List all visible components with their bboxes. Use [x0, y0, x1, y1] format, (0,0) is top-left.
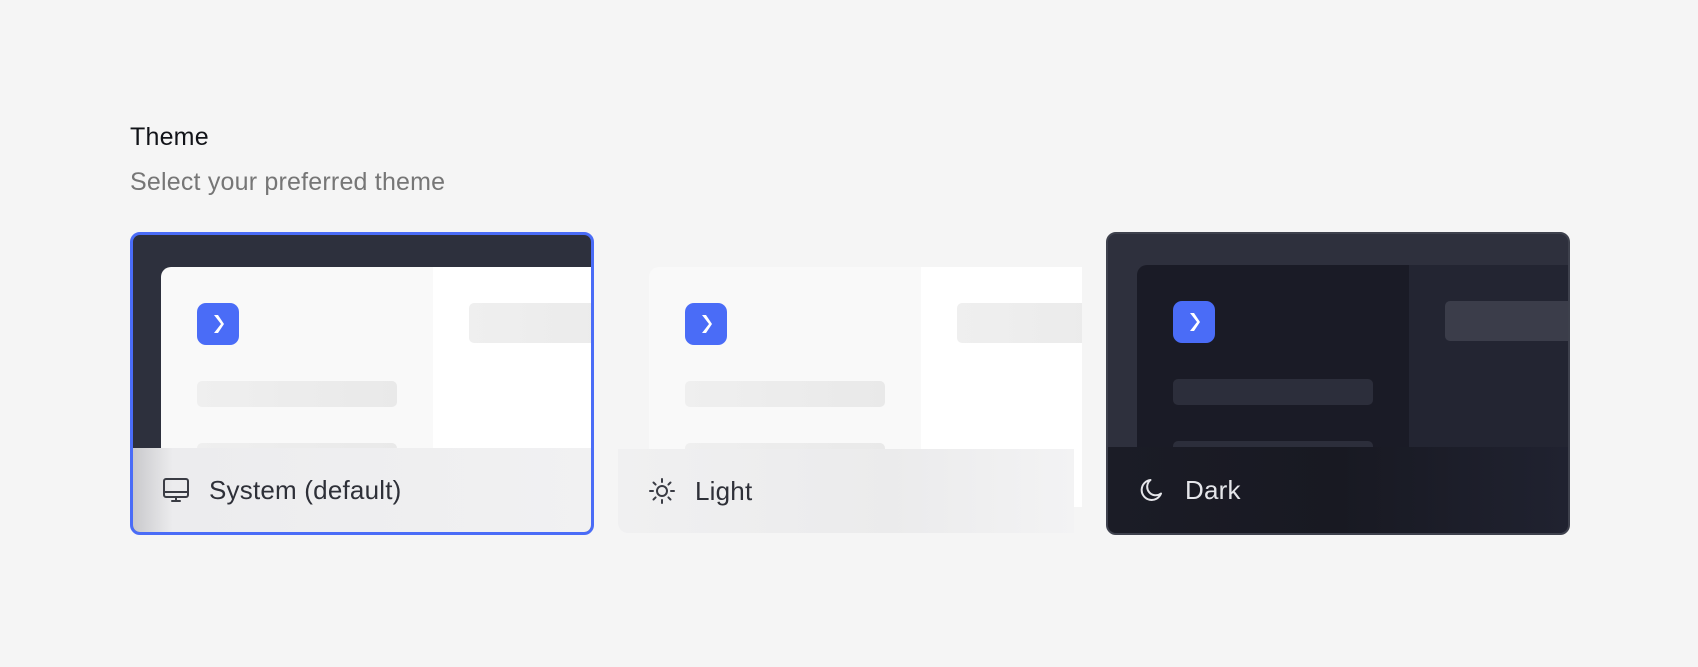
preview-placeholder-bar	[1445, 301, 1568, 341]
preview-placeholder-bar	[469, 303, 591, 343]
theme-option-label: Light	[695, 475, 753, 506]
theme-option-label: System (default)	[209, 474, 402, 505]
theme-option-footer: System (default)	[133, 448, 591, 532]
theme-option-footer: Light	[618, 449, 1074, 533]
preview-placeholder-bar	[197, 381, 397, 407]
theme-options: System (default) Light Dark	[130, 232, 1570, 535]
app-logo-icon	[1173, 301, 1215, 343]
theme-section-header: Theme Select your preferred theme	[130, 122, 445, 197]
preview-placeholder-bar	[957, 303, 1082, 343]
preview-placeholder-bar	[1173, 379, 1373, 405]
theme-option-system[interactable]: System (default)	[130, 232, 594, 535]
theme-option-dark[interactable]: Dark	[1106, 232, 1570, 535]
app-logo-icon	[197, 303, 239, 345]
theme-option-light[interactable]: Light	[618, 232, 1082, 533]
theme-title: Theme	[130, 123, 209, 151]
theme-option-footer: Dark	[1108, 447, 1568, 533]
app-logo-icon	[685, 303, 727, 345]
theme-subtitle: Select your preferred theme	[130, 168, 446, 196]
monitor-icon	[161, 475, 191, 505]
sun-icon	[647, 476, 677, 506]
moon-icon	[1137, 475, 1167, 505]
theme-option-label: Dark	[1185, 474, 1241, 505]
preview-placeholder-bar	[685, 381, 885, 407]
